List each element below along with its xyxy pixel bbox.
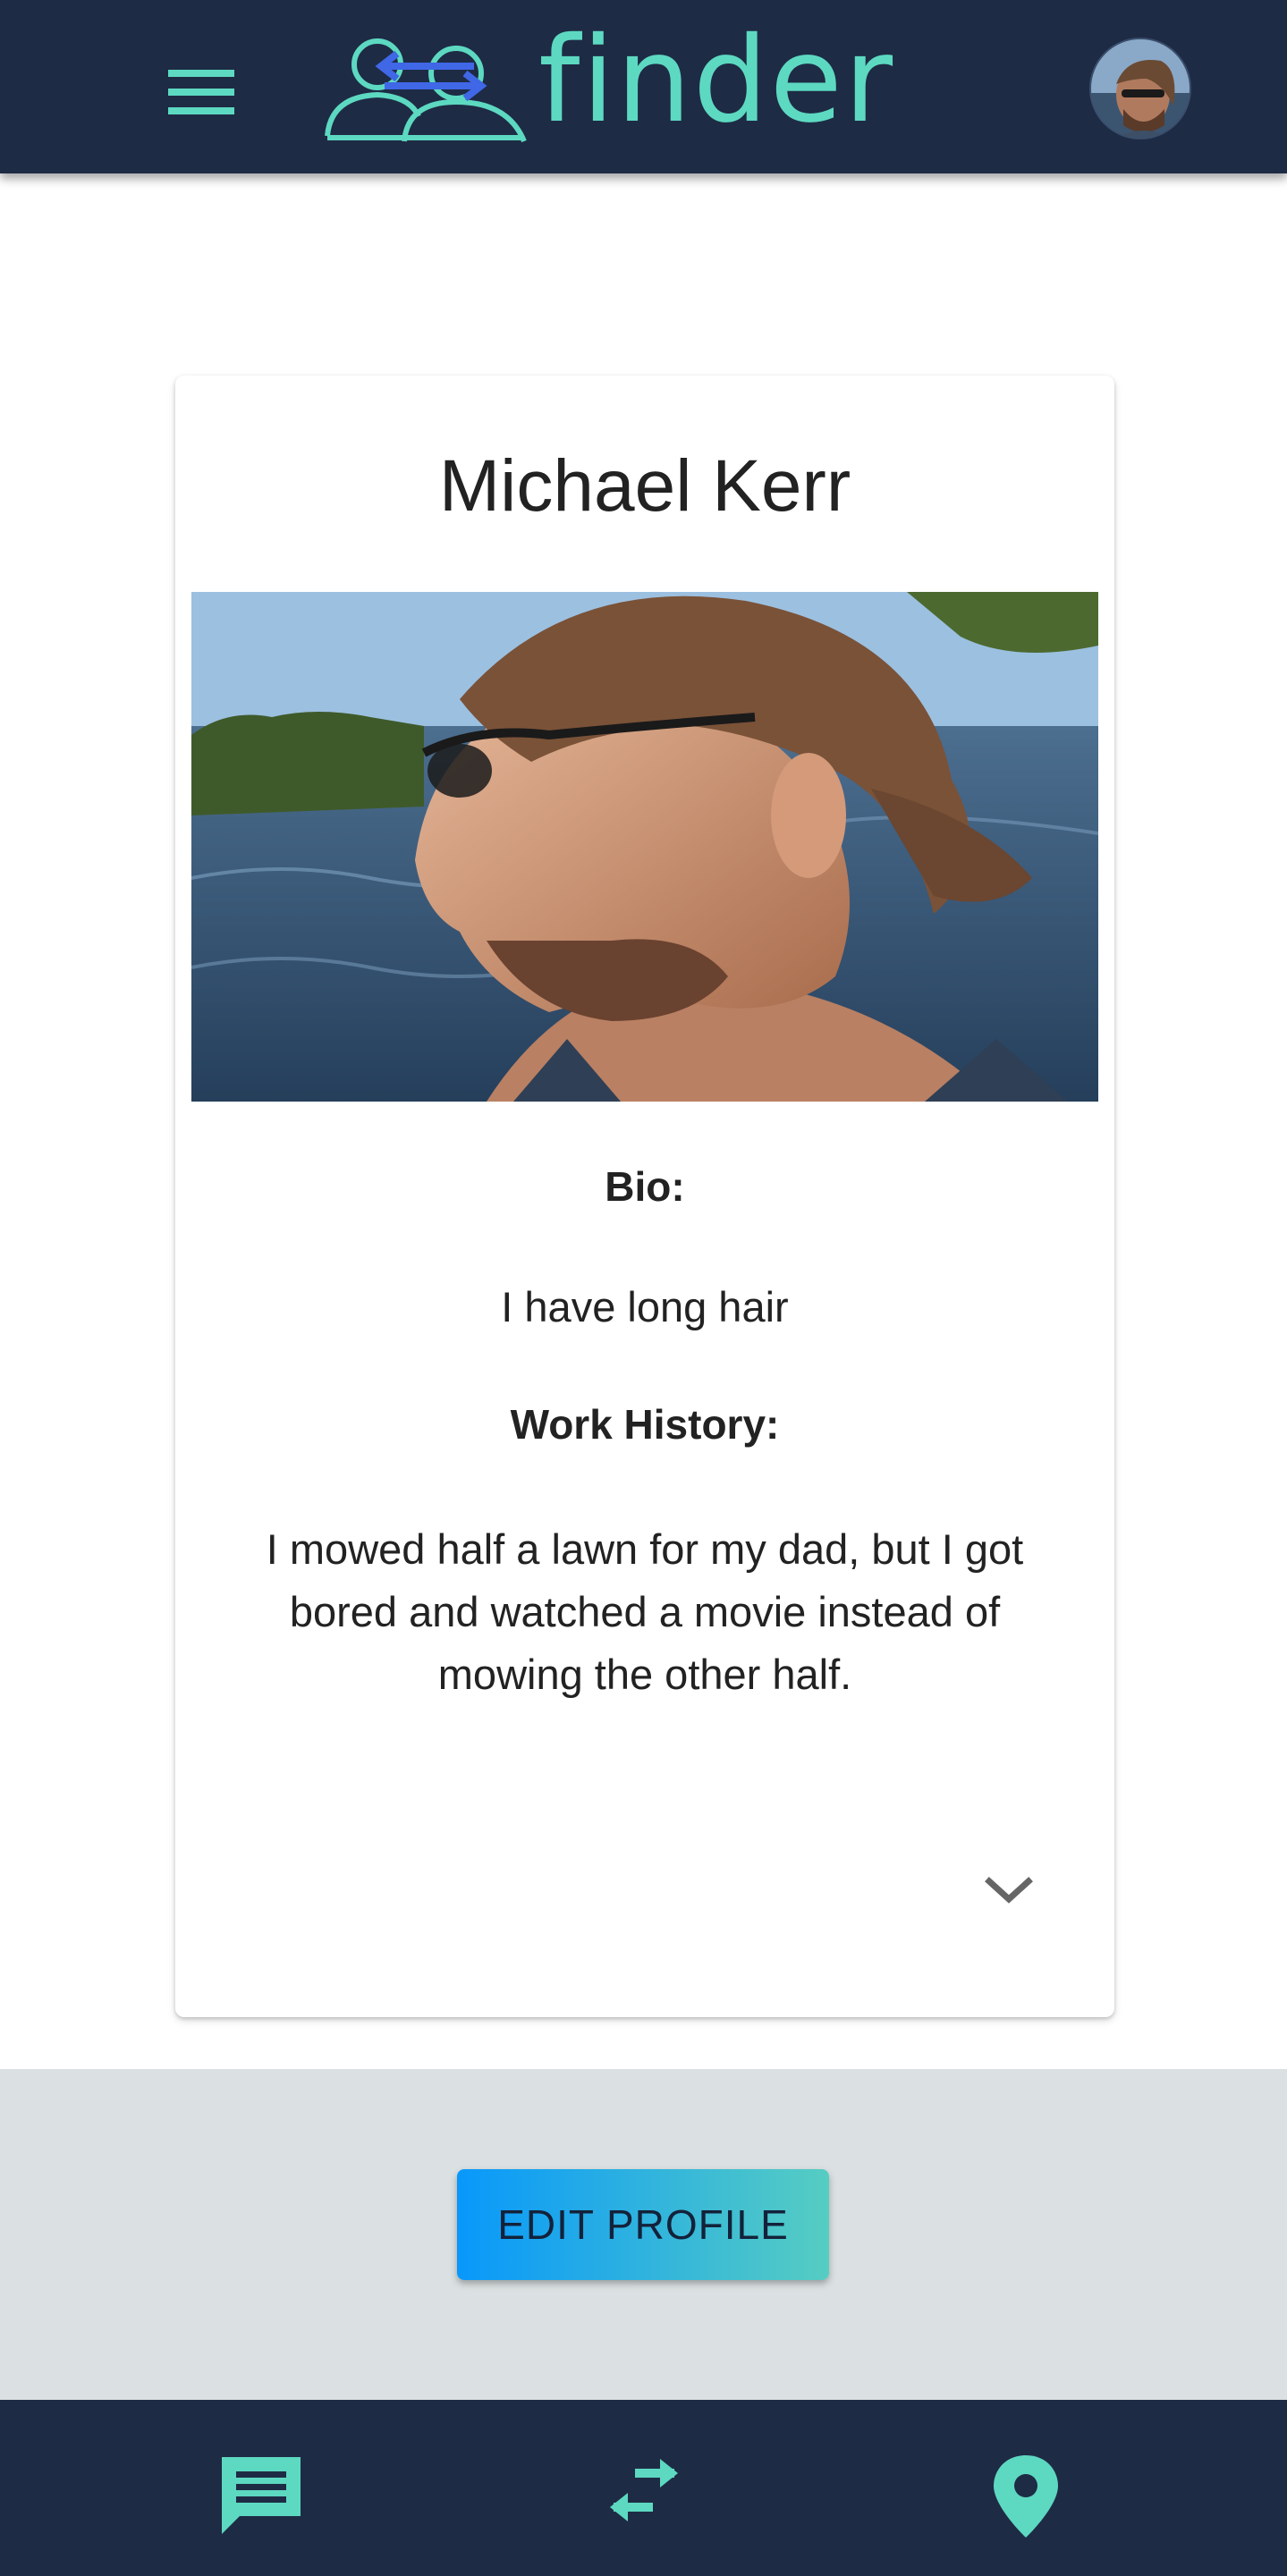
profile-photo-image [191,592,1098,1102]
bio-label: Bio: [605,1163,685,1210]
bottom-navigation [0,2400,1287,2576]
hamburger-menu-icon [168,70,234,114]
action-strip: EDIT PROFILE [0,2069,1287,2400]
nav-messages-button[interactable] [216,2452,306,2541]
work-history-text: I mowed half a lawn for my dad, but I go… [266,1525,1024,1698]
menu-button[interactable] [161,61,241,123]
avatar-photo [1091,39,1190,138]
nav-swap-button[interactable] [599,2452,689,2541]
logo-wordmark: finder [538,12,895,149]
bio-text: I have long hair [501,1283,789,1330]
chat-icon [222,2457,301,2534]
people-swap-logo-icon [325,38,527,143]
top-app-bar: finder [0,0,1287,173]
swap-arrows-icon [610,2459,678,2521]
profile-photo [191,592,1098,1102]
chevron-down-icon [985,1877,1033,1904]
location-pin-icon [994,2455,1058,2538]
user-avatar[interactable] [1089,38,1191,139]
finder-logo: finder [322,18,894,152]
nav-location-button[interactable] [981,2452,1071,2541]
profile-card: Michael Kerr Bio: I have long hair Work … [175,376,1114,2017]
edit-profile-button[interactable]: EDIT PROFILE [457,2169,829,2280]
profile-name: Michael Kerr [438,445,851,527]
work-history-label: Work History: [510,1401,780,1448]
expand-button[interactable] [980,1871,1037,1910]
